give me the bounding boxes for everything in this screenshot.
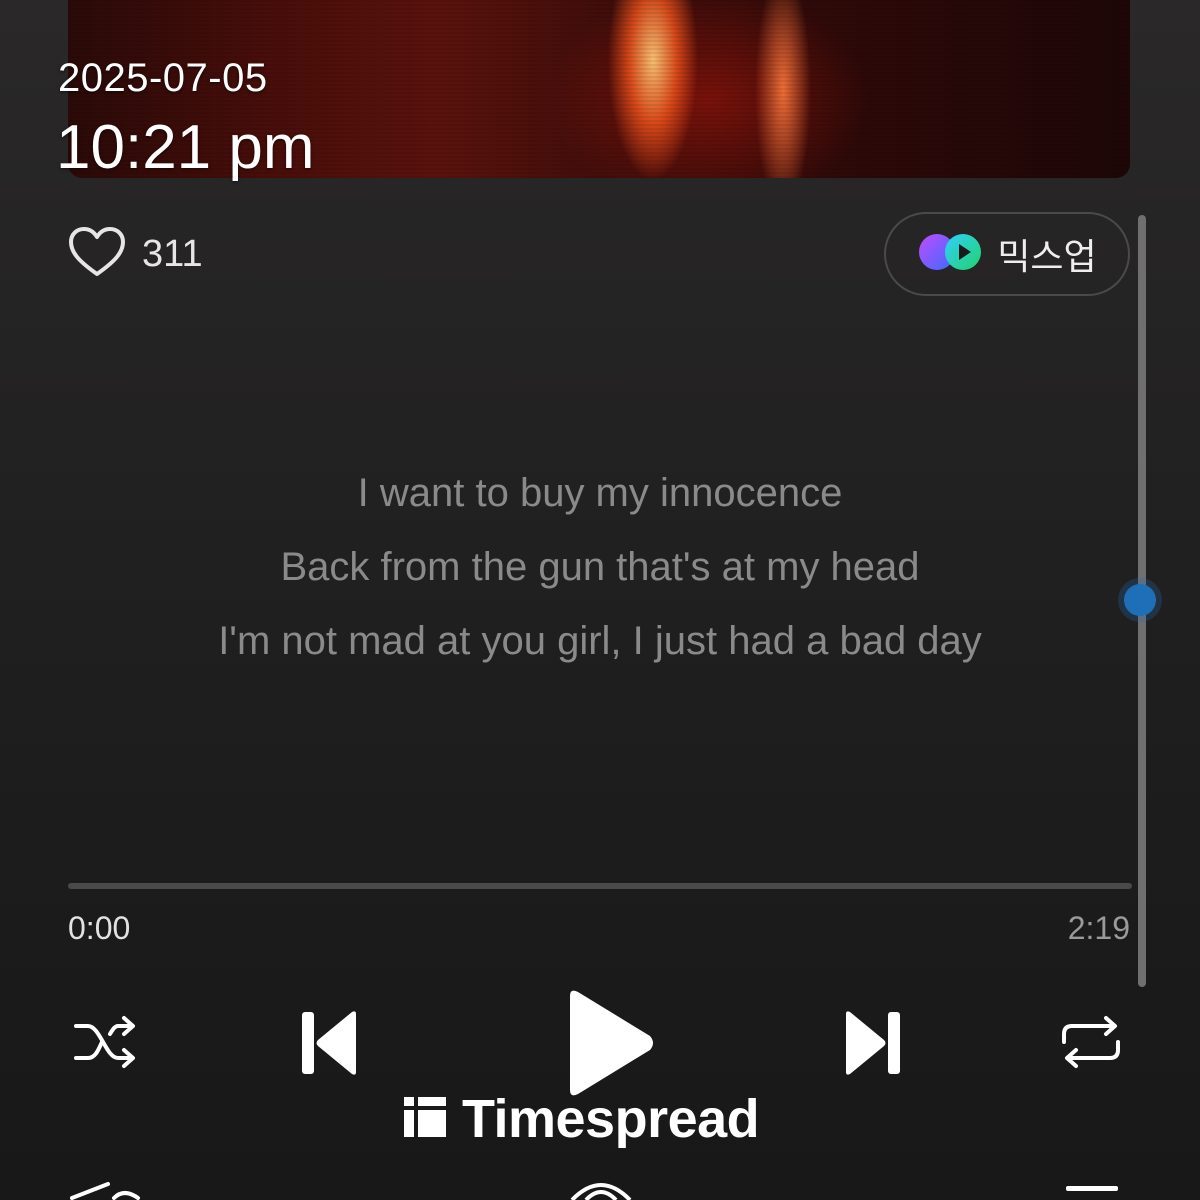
timestamp-time: 10:21 pm (56, 113, 315, 182)
lyric-line: Back from the gun that's at my head (280, 545, 920, 589)
shuffle-button[interactable] (72, 1014, 140, 1075)
progress-bar[interactable] (68, 883, 1132, 889)
next-button[interactable] (840, 1008, 904, 1083)
player-screen: 2025-07-05 10:21 pm 311 믹스업 I want to bu… (0, 0, 1200, 1200)
heart-outline-icon (68, 226, 126, 283)
playlist-icon[interactable] (68, 1178, 144, 1200)
previous-button[interactable] (298, 1008, 362, 1083)
menu-icon[interactable] (1062, 1184, 1122, 1200)
skip-previous-icon (298, 1011, 362, 1082)
mixup-button[interactable]: 믹스업 (884, 212, 1130, 296)
total-time: 2:19 (1067, 910, 1130, 946)
watermark-text: Timespread (462, 1089, 760, 1149)
skip-next-icon (840, 1011, 904, 1082)
like-button[interactable]: 311 (68, 226, 203, 283)
repeat-button[interactable] (1058, 1012, 1124, 1077)
repeat-icon (1058, 1016, 1124, 1076)
lyric-line: I'm not mad at you girl, I just had a ba… (218, 619, 982, 663)
like-count: 311 (142, 233, 203, 275)
airplay-icon[interactable] (566, 1178, 636, 1200)
watermark: Timespread (402, 1088, 760, 1150)
lyrics-panel[interactable]: I want to buy my innocence Back from the… (0, 456, 1200, 678)
mixup-logo-icon (917, 232, 985, 277)
mixup-label: 믹스업 (997, 237, 1097, 278)
lyric-line: I want to buy my innocence (357, 471, 843, 515)
current-time: 0:00 (68, 910, 131, 946)
timestamp-date: 2025-07-05 (58, 56, 268, 100)
shuffle-icon (72, 1016, 140, 1074)
watermark-logo-icon (402, 1095, 448, 1144)
